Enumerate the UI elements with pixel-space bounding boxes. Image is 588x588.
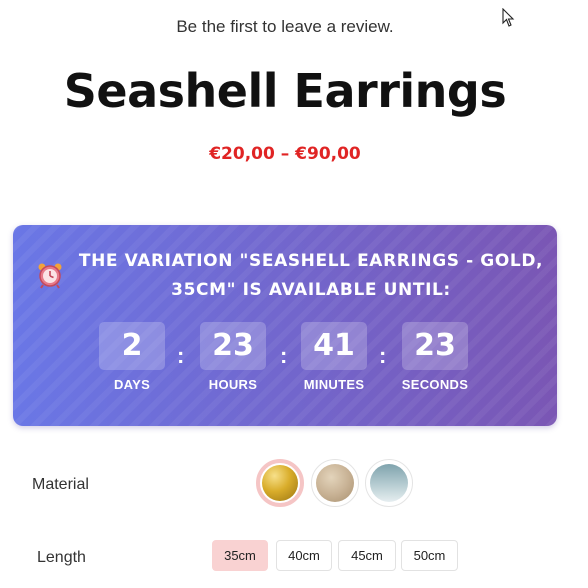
countdown-banner: The variation "Seashell Earrings - Gold,…: [13, 225, 557, 426]
countdown-heading-line2: 35cm" is available until:: [171, 280, 451, 300]
countdown-seconds: 23 SECONDS: [395, 322, 475, 392]
length-option-45cm[interactable]: 45cm: [338, 540, 396, 571]
countdown-hours: 23 HOURS: [193, 322, 273, 392]
countdown-minutes-label: MINUTES: [303, 377, 365, 392]
countdown-minutes-value: 41: [301, 322, 367, 370]
length-option-35cm[interactable]: 35cm: [212, 540, 268, 571]
countdown-hours-value: 23: [200, 322, 266, 370]
mouse-cursor-icon: [502, 8, 515, 27]
countdown-days-value: 2: [99, 322, 165, 370]
countdown-separator: :: [177, 343, 185, 368]
review-link[interactable]: Be the first to leave a review.: [0, 17, 570, 37]
product-title: Seashell Earrings: [63, 64, 507, 118]
price-range: €20,00 – €90,00: [209, 144, 361, 164]
material-label: Material: [32, 476, 89, 493]
countdown-heading-line1: The variation "Seashell Earrings - Gold,: [78, 251, 544, 271]
length-option-50cm[interactable]: 50cm: [401, 540, 458, 571]
material-swatch-silver-blue[interactable]: [365, 459, 413, 507]
countdown-days: 2 DAYS: [92, 322, 172, 392]
countdown-separator: :: [379, 343, 387, 368]
alarm-clock-icon: [38, 263, 62, 289]
material-swatch-gold[interactable]: [256, 459, 304, 507]
countdown-days-label: DAYS: [113, 377, 151, 392]
material-swatch-champagne[interactable]: [311, 459, 359, 507]
countdown-hours-label: HOURS: [208, 377, 258, 392]
countdown-separator: :: [280, 343, 288, 368]
length-option-40cm[interactable]: 40cm: [276, 540, 332, 571]
countdown-minutes: 41 MINUTES: [294, 322, 374, 392]
countdown-heading: The variation "Seashell Earrings - Gold,…: [71, 247, 551, 305]
countdown-seconds-value: 23: [402, 322, 468, 370]
countdown-seconds-label: SECONDS: [401, 377, 469, 392]
length-label: Length: [37, 549, 86, 566]
